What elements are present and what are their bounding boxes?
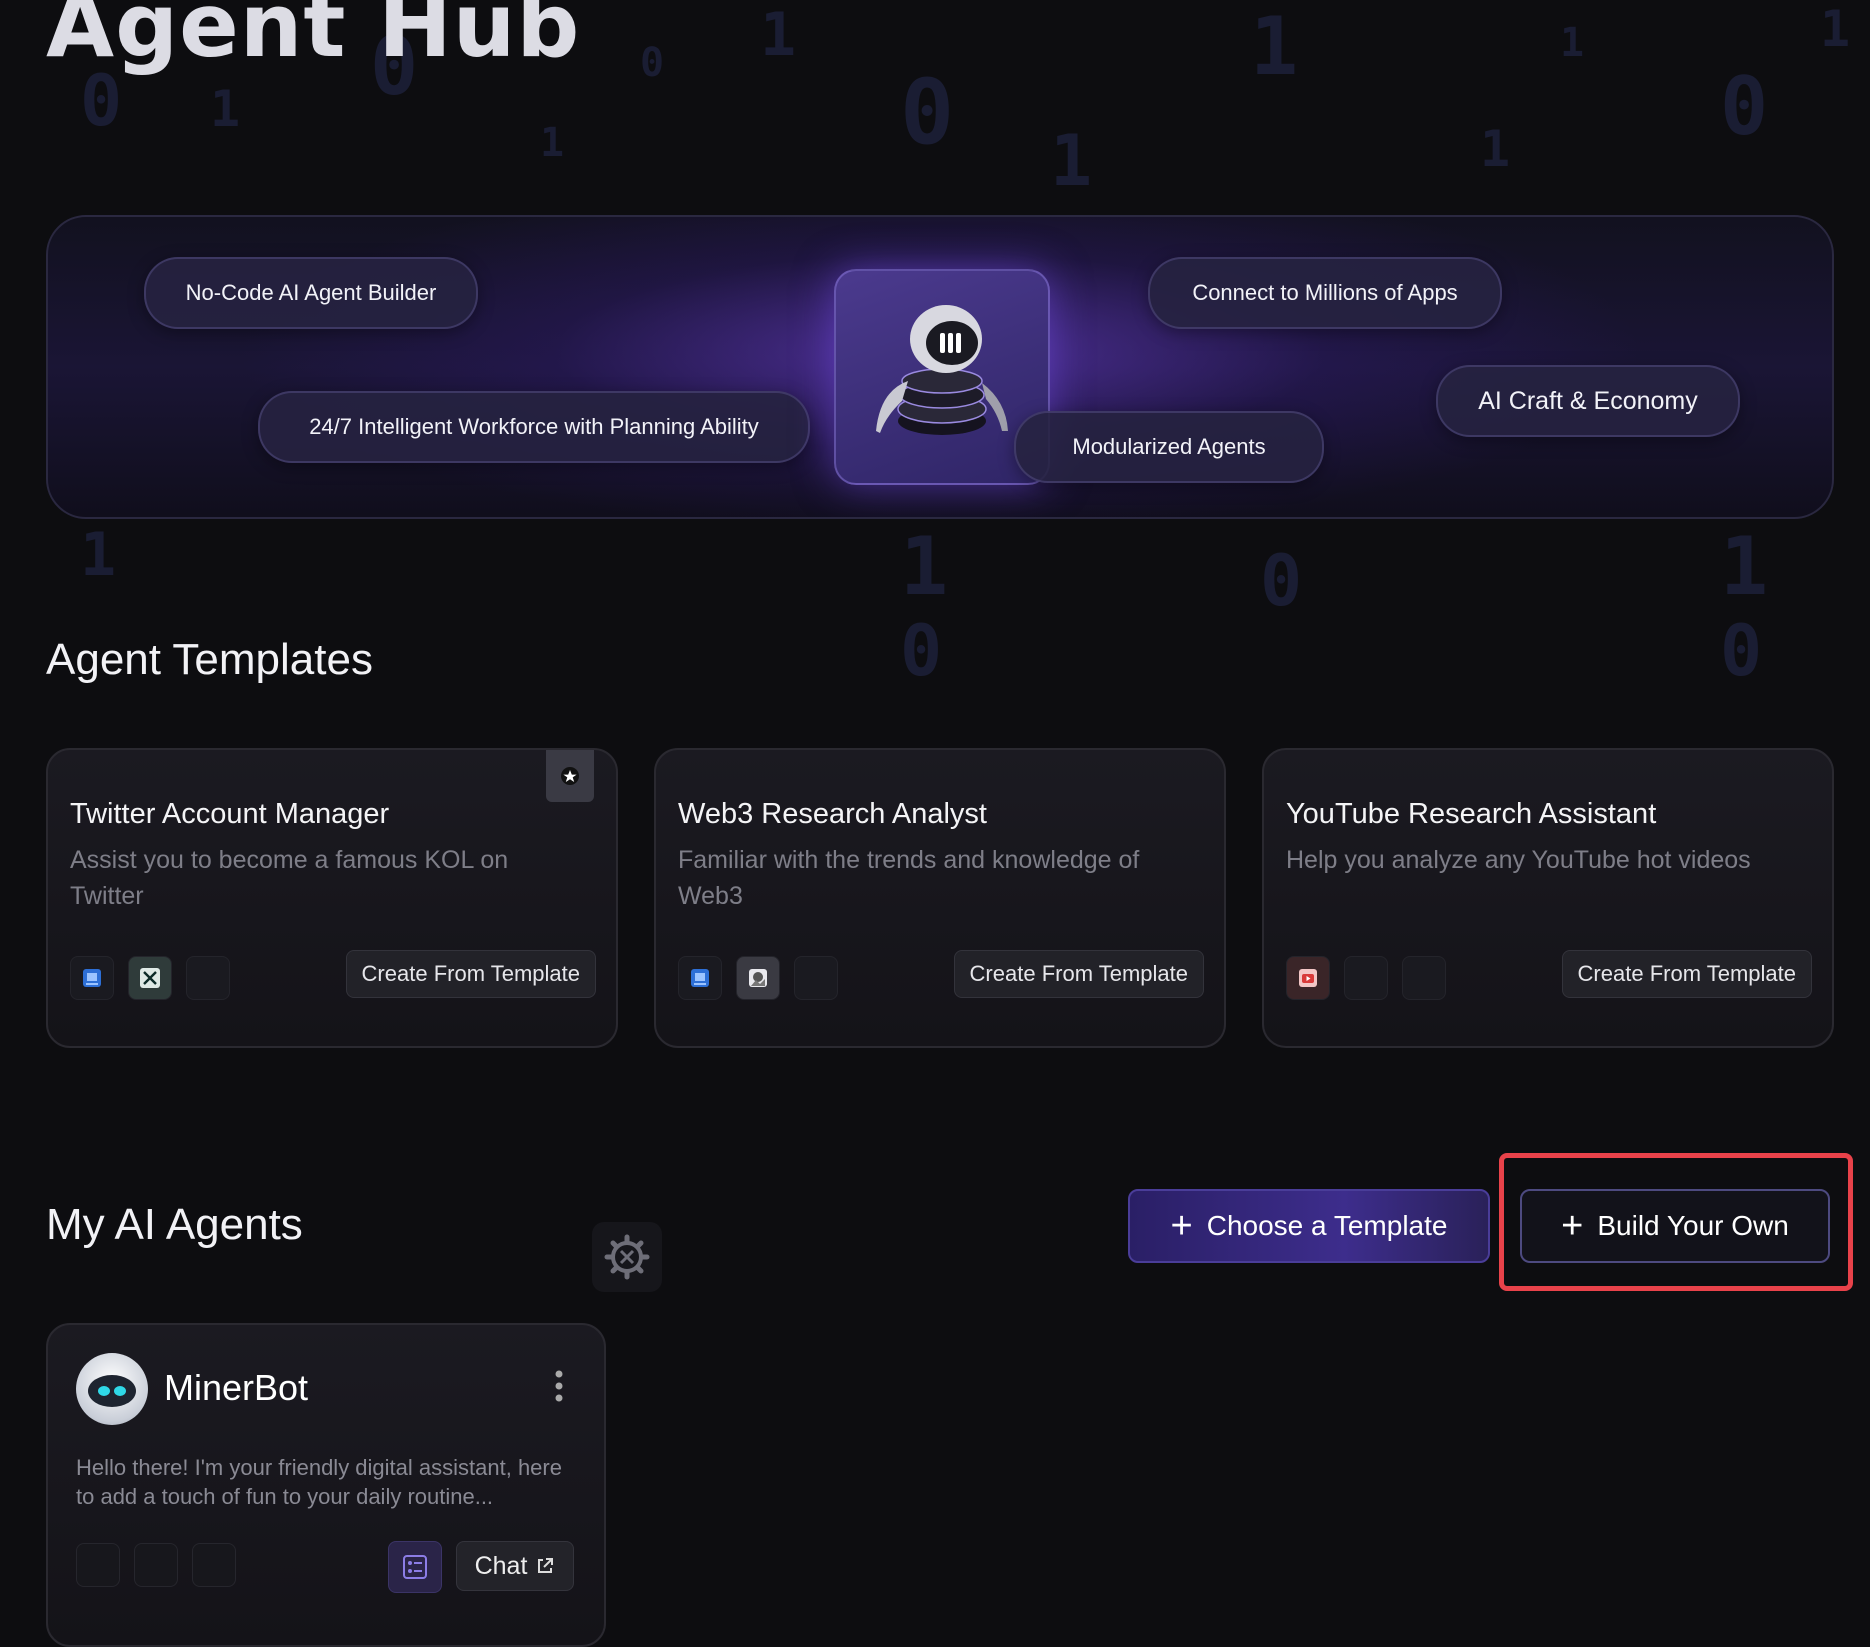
template-title: YouTube Research Assistant [1286, 798, 1657, 830]
banner-pill: Connect to Millions of Apps [1148, 257, 1502, 329]
agent-name: MinerBot [164, 1367, 309, 1408]
chat-button[interactable]: Chat [456, 1541, 574, 1591]
template-description: Help you analyze any YouTube hot videos [1286, 846, 1751, 874]
template-card-youtube[interactable]: YouTube Research Assistant Help you anal… [1262, 748, 1834, 1048]
external-link-icon [538, 1558, 554, 1573]
agent-templates-heading: Agent Templates [46, 635, 373, 684]
empty-tool-slot [192, 1543, 236, 1587]
plus-icon: + [1170, 1205, 1193, 1247]
template-card-twitter[interactable]: Twitter Account Manager Assist you to be… [46, 748, 618, 1048]
empty-tool-slot [794, 956, 838, 1000]
empty-tool-slot [76, 1543, 120, 1587]
template-card-web3[interactable]: Web3 Research Analyst Familiar with the … [654, 748, 1226, 1048]
empty-tool-slot [134, 1543, 178, 1587]
agent-card-minerbot[interactable]: MinerBot Hello there! I'm your friendly … [46, 1323, 606, 1647]
chat-label: Chat [474, 1551, 528, 1580]
banner-pill: No-Code AI Agent Builder [144, 257, 478, 329]
banner-pill: Modularized Agents [1014, 411, 1324, 483]
template-description: Familiar with the trends and knowledge o… [678, 846, 1140, 910]
agent-settings-button[interactable] [592, 1222, 662, 1292]
create-from-template-button[interactable]: Create From Template [1561, 950, 1812, 998]
choose-template-label: Choose a Template [1206, 1210, 1448, 1241]
task-list-button[interactable] [388, 1541, 442, 1593]
choose-template-button[interactable]: + Choose a Template [1128, 1189, 1490, 1263]
agent-description: Hello there! I'm your friendly digital a… [76, 1455, 562, 1509]
create-from-template-button[interactable]: Create From Template [345, 950, 596, 998]
image-search-icon [736, 956, 780, 1000]
highlight-box [1499, 1153, 1853, 1291]
gear-icon [604, 1234, 650, 1280]
empty-tool-slot [1402, 956, 1446, 1000]
checklist-icon [403, 1555, 427, 1579]
my-ai-agents-heading: My AI Agents [46, 1200, 303, 1249]
avatar [76, 1353, 148, 1425]
youtube-icon [1286, 956, 1330, 1000]
hero-banner: No-Code AI Agent Builder 24/7 Intelligen… [46, 215, 1834, 519]
template-description: Assist you to become a famous KOL on Twi… [70, 846, 509, 910]
template-title: Web3 Research Analyst [678, 798, 987, 830]
page-title: Agent Hub [46, 0, 581, 77]
create-from-template-button[interactable]: Create From Template [953, 950, 1204, 998]
document-icon [70, 956, 114, 1000]
template-title: Twitter Account Manager [70, 798, 390, 830]
banner-pill: 24/7 Intelligent Workforce with Planning… [258, 391, 810, 463]
empty-tool-slot [1344, 956, 1388, 1000]
document-icon [678, 956, 722, 1000]
x-twitter-icon [128, 956, 172, 1000]
featured-badge-icon [546, 750, 594, 802]
banner-pill: AI Craft & Economy [1436, 365, 1740, 437]
empty-tool-slot [186, 956, 230, 1000]
more-options-icon[interactable] [554, 1369, 564, 1403]
